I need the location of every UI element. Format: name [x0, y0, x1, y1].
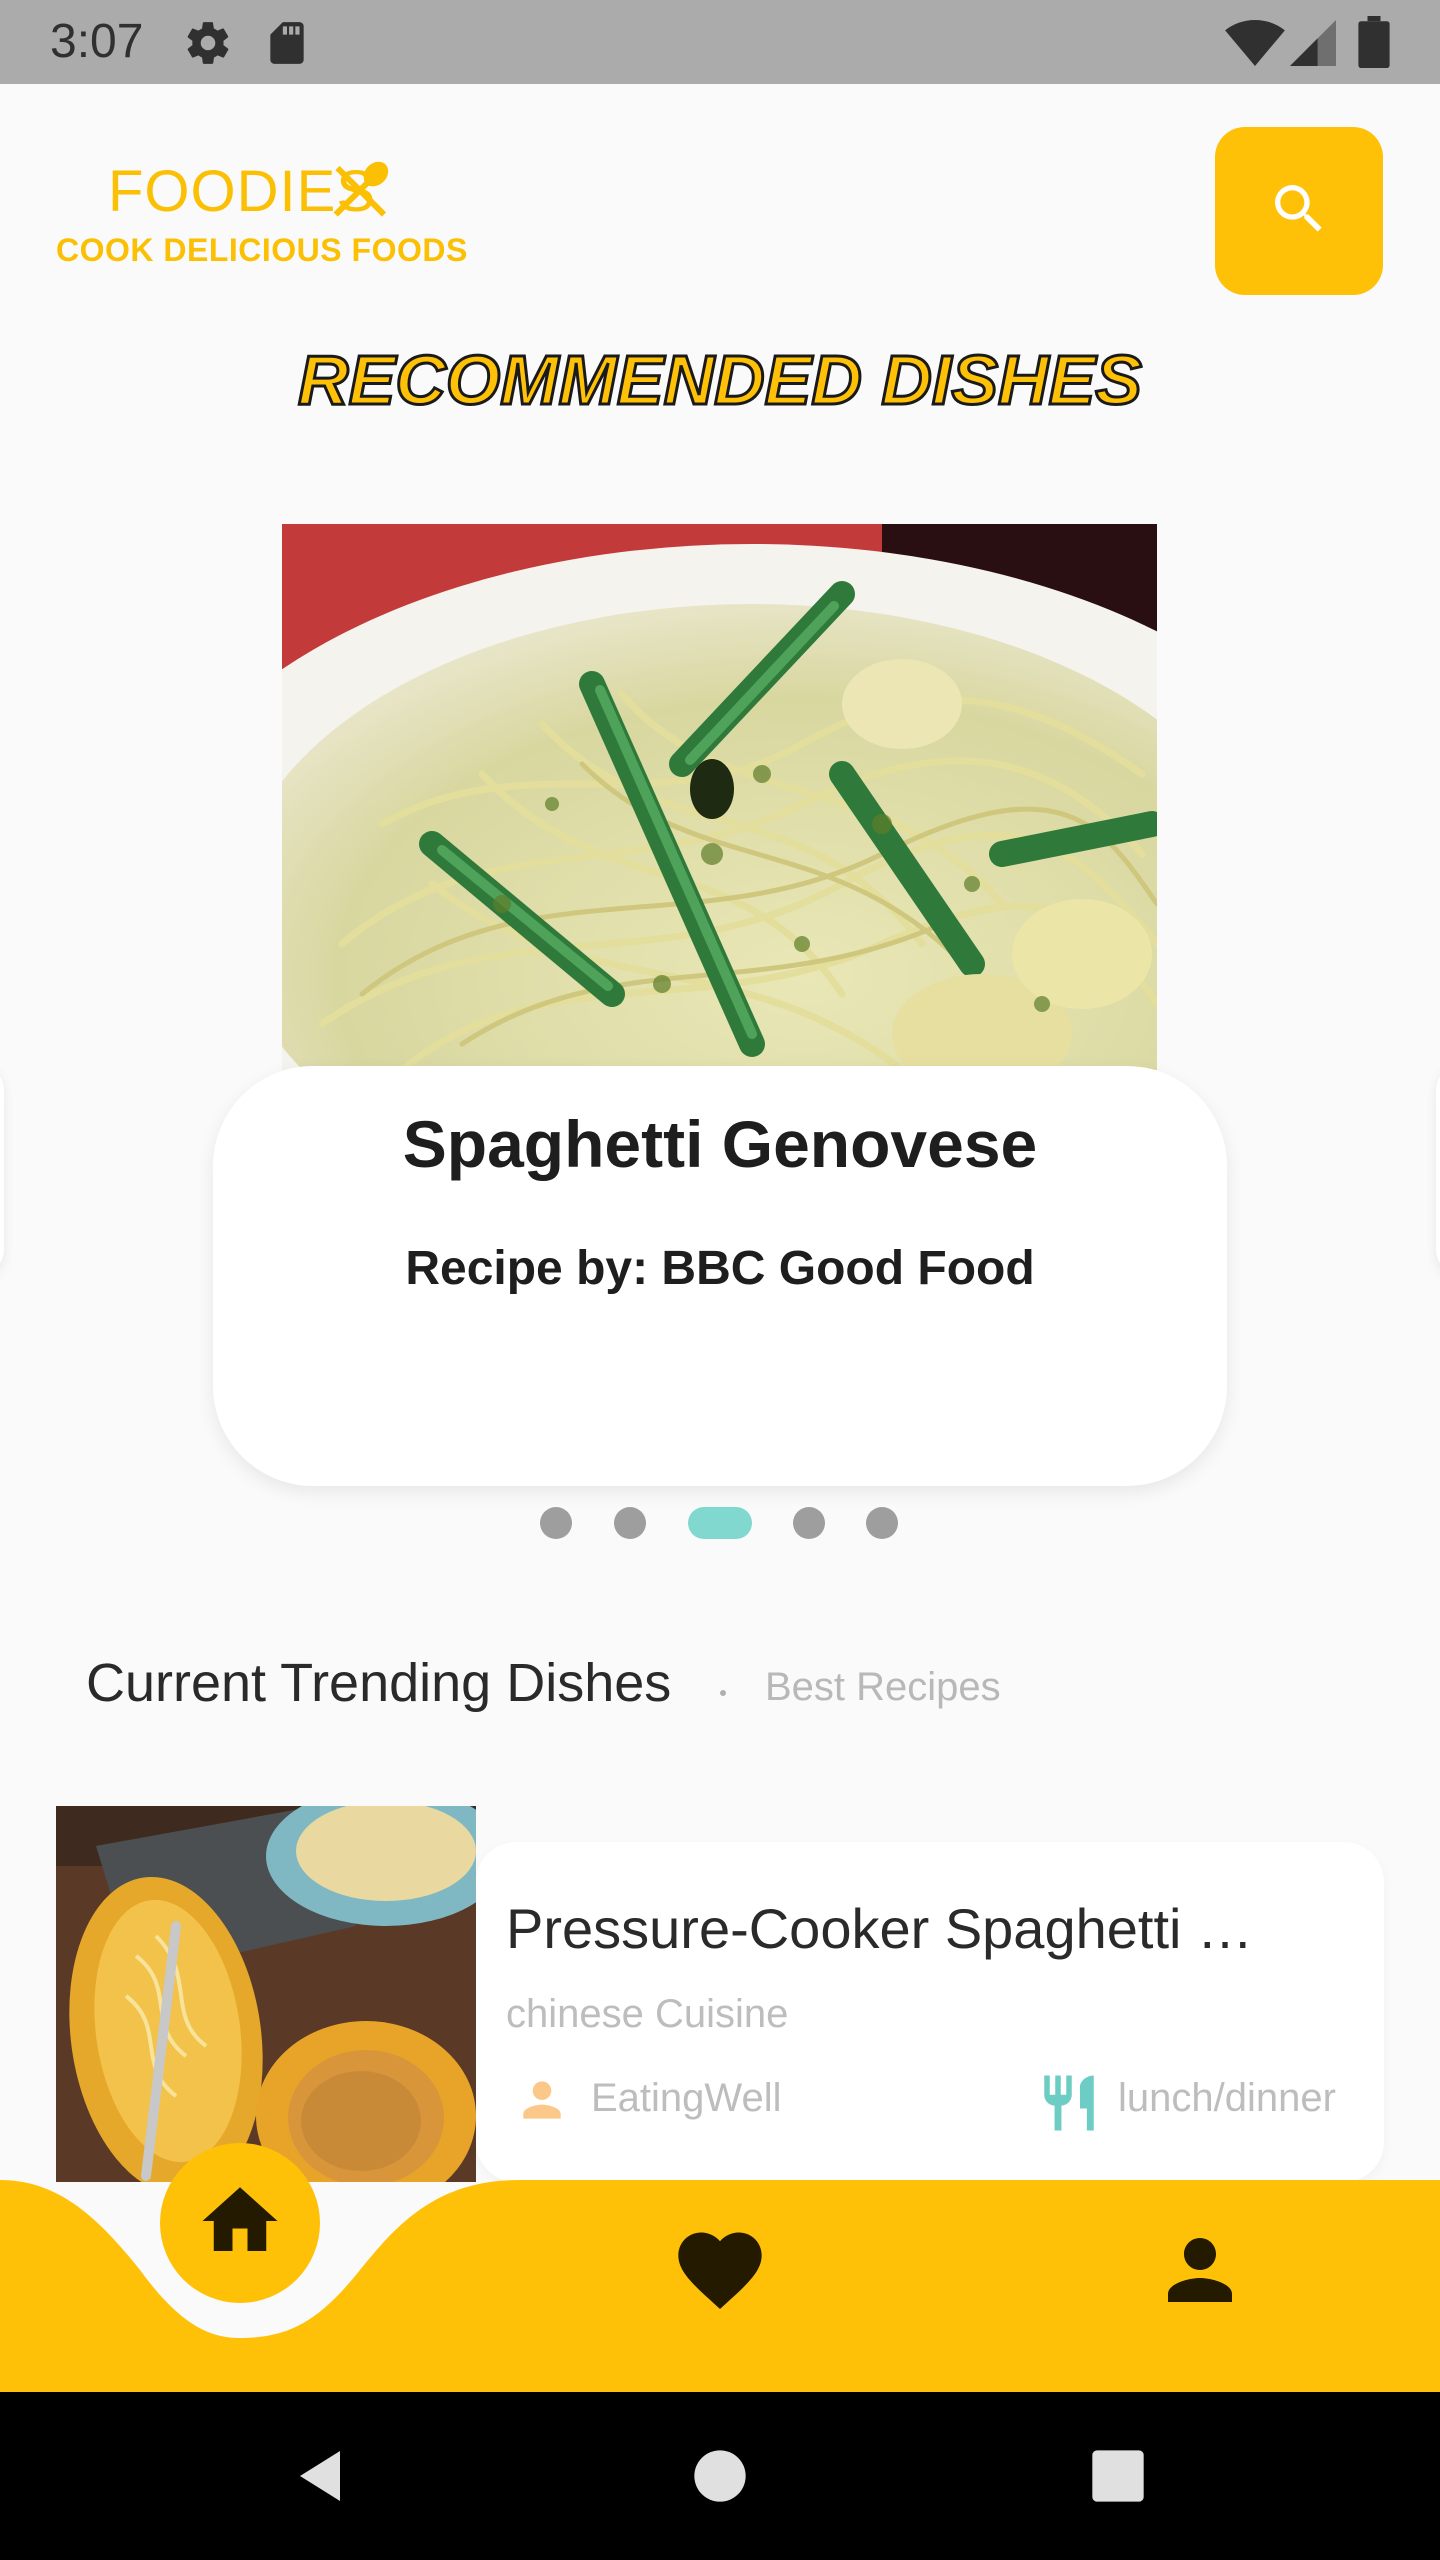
status-bar: 3:07 [0, 0, 1440, 84]
trending-heading: Current Trending Dishes [86, 1653, 672, 1713]
dish-recipe-source: Recipe by: BBC Good Food [405, 1242, 1035, 1295]
carousel-next-card[interactable] [1436, 1060, 1440, 1280]
pager-dot-active[interactable] [688, 1507, 752, 1539]
trending-dish-image[interactable] [56, 1806, 476, 2182]
square-recents-icon [1090, 2448, 1146, 2509]
pager-dot[interactable] [540, 1507, 572, 1539]
back-icon [290, 2446, 350, 2511]
fork-spoon-icon [324, 156, 396, 233]
trending-dish-author: EatingWell [591, 2076, 782, 2120]
person-icon [514, 2072, 570, 2133]
dish-name: Spaghetti Genovese [402, 1107, 1038, 1181]
system-nav-bar [0, 2392, 1440, 2560]
recents-button[interactable] [1068, 2428, 1168, 2528]
trending-subheading: Best Recipes [765, 1665, 1001, 1709]
battery-icon [1358, 16, 1390, 73]
nav-favorites-button[interactable] [670, 2222, 770, 2322]
search-button[interactable] [1215, 127, 1383, 295]
nav-home-button[interactable] [160, 2143, 320, 2303]
separator-dot [720, 1690, 726, 1696]
trending-dish-cuisine: chinese Cuisine [506, 1992, 789, 2036]
signal-icon [1290, 20, 1336, 71]
pager-dot[interactable] [793, 1507, 825, 1539]
nav-profile-button[interactable] [1150, 2222, 1250, 2322]
person-icon [1152, 2222, 1248, 2323]
settings-icon [183, 18, 233, 73]
app-screen: 3:07 FOODIES COOK DELICIOUS FOODS RECOMM… [0, 0, 1440, 2560]
circle-home-icon [692, 2448, 748, 2509]
carousel-pager [0, 1507, 1440, 1539]
pager-dot[interactable] [866, 1507, 898, 1539]
brand-tagline: COOK DELICIOUS FOODS [56, 232, 468, 268]
heart-icon [670, 2220, 770, 2325]
trending-dish-card[interactable]: Pressure-Cooker Spaghetti … chinese Cuis… [56, 1806, 1384, 2182]
sd-card-icon [262, 18, 312, 73]
restaurant-icon [1036, 2070, 1102, 2141]
recommended-dish-card[interactable]: Spaghetti Genovese Recipe by: BBC Good F… [213, 1066, 1227, 1486]
carousel-prev-card[interactable] [0, 1060, 4, 1280]
status-time: 3:07 [50, 15, 144, 68]
pager-dot[interactable] [614, 1507, 646, 1539]
dish-image[interactable] [282, 524, 1157, 1070]
home-icon [195, 2176, 285, 2271]
wifi-icon [1225, 20, 1285, 71]
trending-dish-title: Pressure-Cooker Spaghetti … [506, 1897, 1254, 1960]
back-button[interactable] [270, 2428, 370, 2528]
home-system-button[interactable] [670, 2428, 770, 2528]
search-icon [1267, 177, 1331, 246]
brand-block: FOODIES COOK DELICIOUS FOODS [56, 150, 476, 280]
recommended-title: RECOMMENDED DISHES [297, 340, 1144, 421]
trending-dish-meal: lunch/dinner [1118, 2076, 1336, 2120]
